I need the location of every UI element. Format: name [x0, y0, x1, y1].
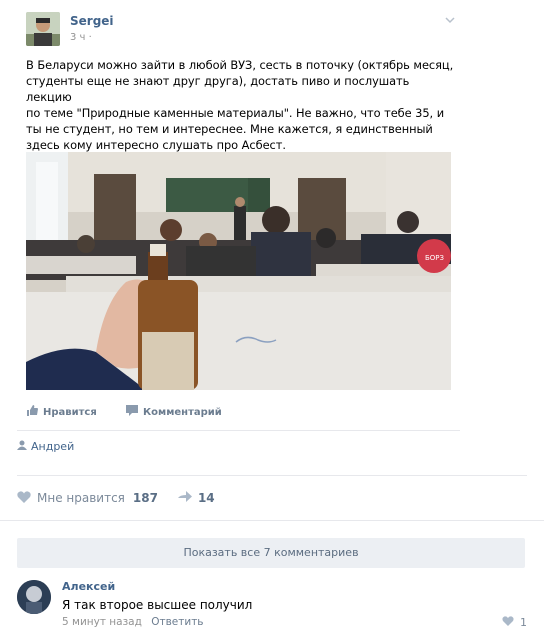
person-icon	[17, 440, 27, 453]
post-text-line: по теме "Природные каменные материалы". …	[26, 106, 445, 120]
shares-count[interactable]: 14	[198, 491, 215, 505]
comment-action[interactable]: Комментарий	[126, 405, 222, 419]
show-all-comments-button[interactable]: Показать все 7 комментариев	[17, 538, 525, 568]
comment-text: Я так второе высшее получил	[62, 598, 253, 612]
comment-like[interactable]: 1	[502, 616, 527, 629]
author-avatar[interactable]	[26, 12, 60, 46]
like-action-label: Нравится	[43, 406, 97, 418]
comment-author[interactable]: Алексей	[62, 580, 115, 593]
comment-avatar[interactable]	[17, 580, 51, 614]
divider	[17, 475, 527, 476]
post-text-line: здесь кому интересно слушать про Асбест.	[26, 138, 286, 152]
svg-text:БОРЗ: БОРЗ	[425, 254, 445, 262]
post-photo[interactable]: БОРЗ	[26, 152, 451, 390]
comment-author-name: Алексей	[62, 580, 116, 593]
post-text-line: В Беларуси можно зайти в любой ВУЗ, сест…	[26, 58, 454, 72]
post: Sergei 3 ч · В Беларуси можно зайти в лю…	[0, 0, 544, 520]
likes-count[interactable]: 187	[133, 491, 158, 505]
post-text-line: студенты еще не знают друг друга), доста…	[26, 74, 410, 104]
thumbs-up-icon	[26, 405, 38, 419]
shared-by-name: Андрей	[31, 440, 75, 453]
likes-label[interactable]: Мне нравится	[37, 491, 125, 505]
heart-icon	[502, 616, 514, 629]
share-icon[interactable]	[177, 490, 192, 506]
comment-time[interactable]: 5 минут назад	[62, 616, 142, 628]
comment-action-label: Комментарий	[143, 406, 222, 418]
like-action[interactable]: Нравится	[26, 405, 97, 419]
divider	[17, 430, 460, 431]
author-name-text: Sergei	[70, 14, 114, 28]
comment-meta: 5 минут назад Ответить	[62, 616, 204, 628]
post-stats: Мне нравится 187 14	[17, 489, 215, 507]
divider	[0, 520, 544, 521]
comment-item: Алексей Я так второе высшее получил 5 ми…	[17, 578, 527, 638]
post-time[interactable]: 3 ч ·	[70, 32, 92, 43]
comment-icon	[126, 405, 138, 419]
globe-icon: ·	[88, 32, 92, 43]
post-text-line: ты не студент, но тем и интереснее. Мне …	[26, 122, 433, 136]
post-actions: Нравится Комментарий	[26, 405, 456, 425]
shared-by[interactable]: Андрей	[17, 440, 74, 453]
post-header: Sergei 3 ч ·	[26, 12, 506, 52]
chevron-down-icon[interactable]	[444, 14, 458, 28]
post-time-text: 3 ч	[70, 32, 86, 43]
author-name[interactable]: Sergei	[70, 14, 114, 28]
post-text: В Беларуси можно зайти в любой ВУЗ, сест…	[26, 57, 456, 153]
reply-link[interactable]: Ответить	[151, 616, 203, 628]
comment-like-count: 1	[520, 616, 527, 629]
heart-icon[interactable]	[17, 490, 31, 506]
